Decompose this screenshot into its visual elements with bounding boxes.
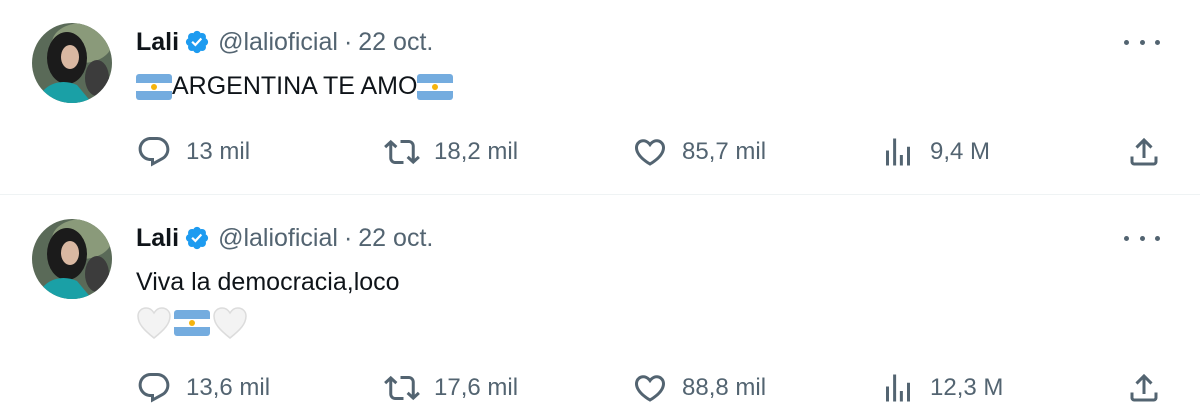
author-name[interactable]: Lali (136, 28, 179, 57)
argentina-flag-emoji (417, 74, 453, 100)
tweet-date[interactable]: 22 oct. (358, 224, 433, 253)
like-button[interactable]: 85,7 mil (632, 132, 766, 172)
views-button[interactable]: 12,3 M (880, 368, 1003, 408)
reply-count: 13 mil (186, 138, 251, 165)
retweet-icon (384, 375, 420, 401)
tweet-actions: 13 mil 18,2 mil 85,7 mil 9,4 M (0, 132, 1200, 172)
avatar[interactable] (32, 219, 112, 299)
verified-badge-icon (184, 225, 210, 251)
white-heart-emoji (136, 306, 172, 340)
retweet-icon (384, 139, 420, 165)
tweet-date[interactable]: 22 oct. (358, 28, 433, 57)
heart-icon (634, 139, 666, 166)
reply-button[interactable]: 13 mil (136, 132, 250, 172)
tweet-text: Viva la democracia,loco (136, 268, 400, 296)
author-handle[interactable]: @lalioficial (218, 28, 338, 57)
tweet[interactable]: Lali @lalioficial · 22 oct. ARGENTINA TE… (0, 0, 1200, 195)
share-button[interactable] (1126, 132, 1162, 172)
white-heart-emoji (212, 306, 248, 340)
more-options-icon[interactable] (1124, 226, 1160, 250)
like-button[interactable]: 88,8 mil (632, 368, 766, 408)
share-icon (1130, 373, 1158, 402)
heart-icon (634, 375, 666, 402)
more-options-icon[interactable] (1124, 30, 1160, 54)
views-chart-icon (886, 374, 910, 402)
verified-badge-icon (184, 29, 210, 55)
retweet-button[interactable]: 17,6 mil (384, 368, 518, 408)
like-count: 88,8 mil (682, 374, 767, 401)
retweet-count: 18,2 mil (434, 138, 519, 165)
separator-dot: · (343, 27, 353, 56)
views-button[interactable]: 9,4 M (880, 132, 990, 172)
retweet-count: 17,6 mil (434, 374, 519, 401)
argentina-flag-emoji (174, 310, 210, 336)
share-icon (1130, 137, 1158, 166)
author-name[interactable]: Lali (136, 224, 179, 253)
like-count: 85,7 mil (682, 138, 767, 165)
author-handle[interactable]: @lalioficial (218, 224, 338, 253)
share-button[interactable] (1126, 368, 1162, 408)
views-chart-icon (886, 138, 910, 166)
reply-count: 13,6 mil (186, 374, 271, 401)
argentina-flag-emoji (136, 74, 172, 100)
reply-button[interactable]: 13,6 mil (136, 368, 270, 408)
tweet-actions: 13,6 mil 17,6 mil 88,8 mil 12,3 M (0, 368, 1200, 408)
tweet-header: Lali @lalioficial · 22 oct. (136, 26, 433, 58)
views-count: 12,3 M (930, 374, 1004, 401)
views-count: 9,4 M (930, 138, 991, 165)
reply-icon (138, 137, 170, 167)
retweet-button[interactable]: 18,2 mil (384, 132, 518, 172)
tweet[interactable]: Lali @lalioficial · 22 oct. Viva la demo… (0, 196, 1200, 417)
tweet-text: ARGENTINA TE AMO (136, 72, 453, 101)
separator-dot: · (343, 223, 353, 252)
tweet-header: Lali @lalioficial · 22 oct. (136, 222, 433, 254)
tweet-text-content: ARGENTINA TE AMO (172, 72, 418, 100)
avatar[interactable] (32, 23, 112, 103)
emoji-row (136, 306, 248, 340)
reply-icon (138, 373, 170, 403)
